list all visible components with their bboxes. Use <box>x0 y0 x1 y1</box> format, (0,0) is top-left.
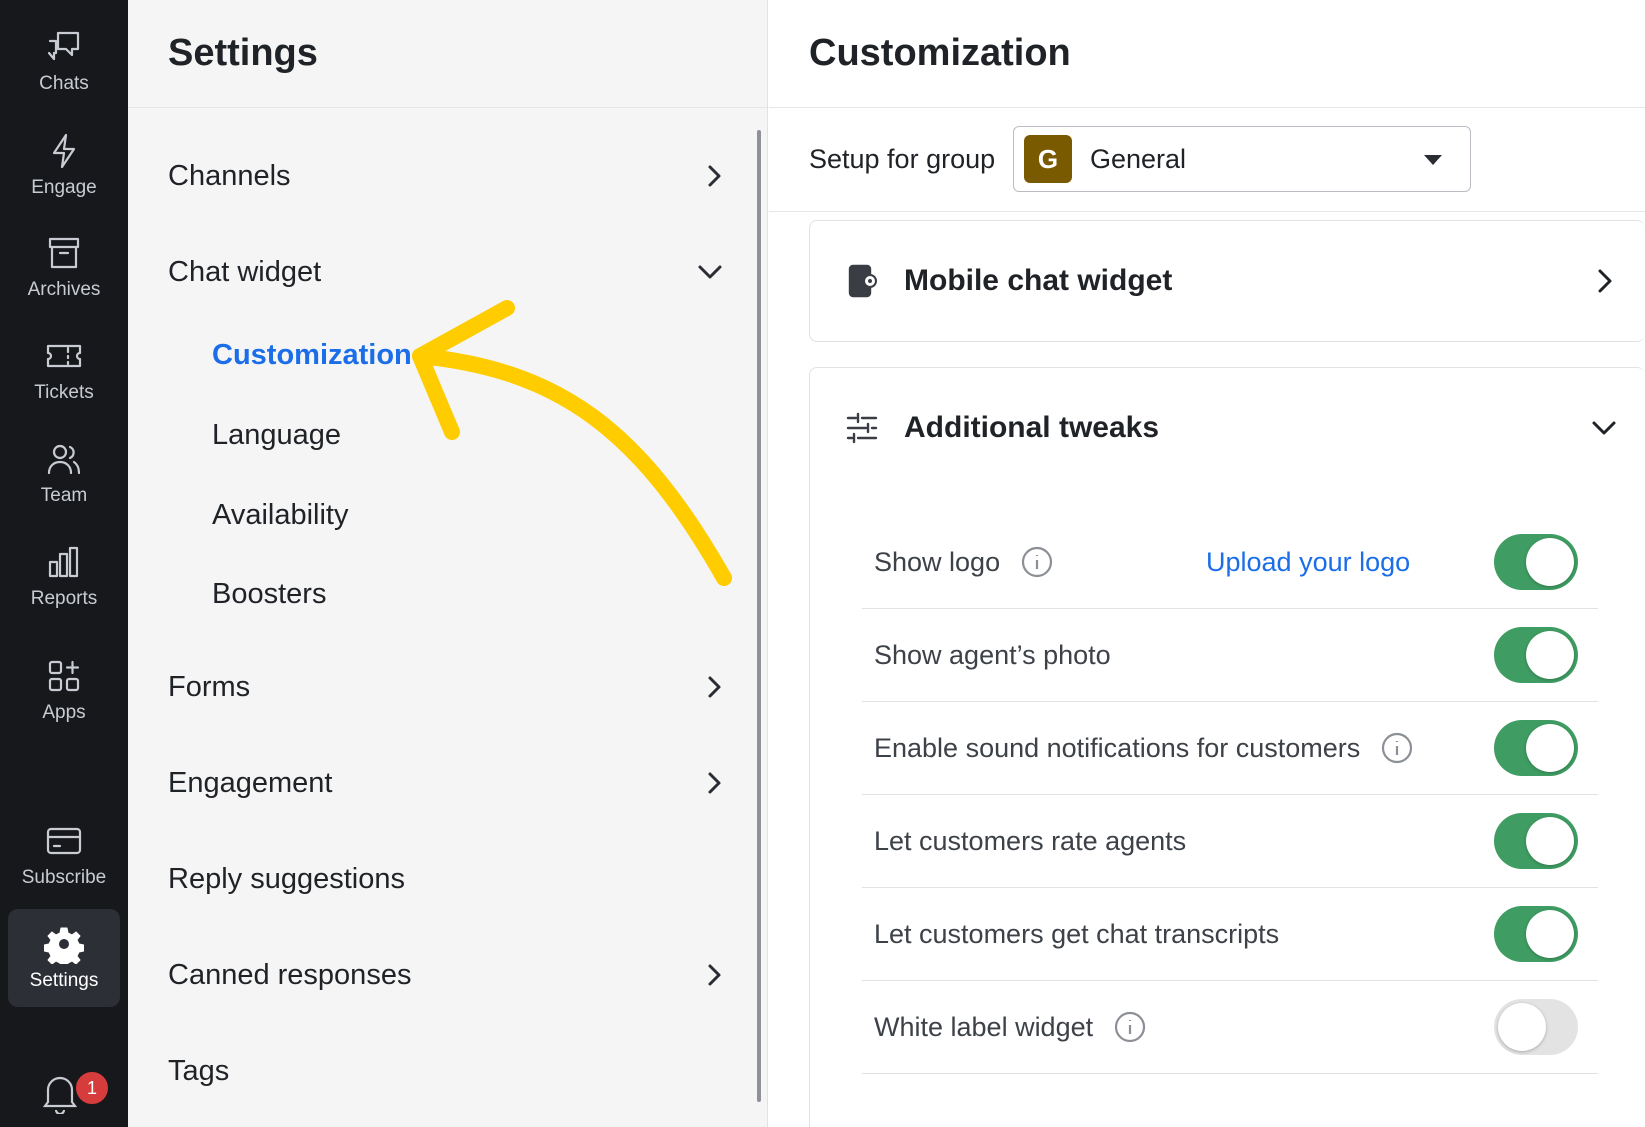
chevron-down-icon <box>696 258 724 286</box>
rail-label: Subscribe <box>21 867 107 888</box>
settings-panel: Settings Channels Chat widget Customizat… <box>128 0 768 1127</box>
card-header: Mobile chat widget <box>810 221 1645 341</box>
additional-tweaks-card: Additional tweaks Show logo Upload your … <box>809 367 1645 1127</box>
nav-item-label: Canned responses <box>168 958 412 991</box>
rail-item-team[interactable]: Team <box>8 424 120 522</box>
nav-item-tags[interactable]: Tags <box>168 1041 728 1101</box>
chevron-right-icon <box>700 162 728 190</box>
group-name: General <box>1090 143 1187 174</box>
rail-label: Tickets <box>34 382 94 403</box>
archive-icon <box>48 237 80 269</box>
nav-item-label: Reply suggestions <box>168 862 405 895</box>
toggle-rate-agents[interactable] <box>1494 813 1578 869</box>
rail-item-reports[interactable]: Reports <box>8 527 120 625</box>
rail-item-archives[interactable]: Archives <box>8 218 120 316</box>
nav-item-label: Chat widget <box>168 255 322 288</box>
card-title: Mobile chat widget <box>904 264 1173 297</box>
toggle-sound-notifications[interactable] <box>1494 720 1578 776</box>
toggle-chat-transcripts[interactable] <box>1494 906 1578 962</box>
settings-header: Settings <box>128 0 767 108</box>
tweak-row-rate-agents: Let customers rate agents <box>862 795 1598 888</box>
rail-item-tickets[interactable]: Tickets <box>8 321 120 419</box>
tweak-row-show-agent-photo: Show agent’s photo <box>862 609 1598 702</box>
divider <box>769 211 1645 212</box>
mobile-settings-icon <box>844 263 880 299</box>
bar-chart-icon <box>48 546 79 578</box>
card-header[interactable]: Additional tweaks <box>810 368 1645 488</box>
toggle-show-agent-photo[interactable] <box>1494 627 1578 683</box>
rail-item-engage[interactable]: Engage <box>8 116 120 214</box>
nav-item-reply-suggestions[interactable]: Reply suggestions <box>168 849 728 909</box>
chevron-right-icon <box>700 673 728 701</box>
sliders-icon <box>844 410 880 446</box>
tweak-label: Enable sound notifications for customers <box>874 732 1361 763</box>
rail-label: Apps <box>42 702 86 723</box>
group-select[interactable]: G General <box>1013 126 1471 192</box>
tweak-row-sound-notifications: Enable sound notifications for customers <box>862 702 1598 795</box>
settings-scrollbar[interactable] <box>757 130 761 1102</box>
chevron-down-icon <box>1589 413 1619 443</box>
app-rail: Chats Engage Archives Tickets Team Repor… <box>0 0 128 1127</box>
nav-item-canned-responses[interactable]: Canned responses <box>168 945 728 1005</box>
tweak-label: Let customers get chat transcripts <box>874 918 1280 949</box>
rail-label: Settings <box>29 970 99 991</box>
group-setup-row: Setup for group G General <box>809 126 1471 192</box>
nav-item-engagement[interactable]: Engagement <box>168 753 728 813</box>
nav-item-forms[interactable]: Forms <box>168 657 728 717</box>
rail-label: Chats <box>39 73 89 94</box>
upload-logo-link[interactable]: Upload your logo <box>1206 547 1410 578</box>
chats-icon <box>47 31 80 61</box>
notifications-button[interactable]: 1 <box>40 1070 110 1127</box>
rail-label: Engage <box>31 177 97 198</box>
group-avatar: G <box>1024 135 1072 183</box>
info-icon[interactable] <box>1020 545 1054 579</box>
tweak-label: Show agent’s photo <box>874 639 1111 670</box>
chevron-right-icon <box>700 961 728 989</box>
caret-down-icon <box>1424 155 1442 165</box>
nav-item-label: Engagement <box>168 766 333 799</box>
card-title: Additional tweaks <box>904 411 1160 444</box>
rail-item-settings[interactable]: Settings <box>8 909 120 1007</box>
tweak-row-show-logo: Show logo Upload your logo <box>862 516 1598 609</box>
info-icon[interactable] <box>1113 1010 1147 1044</box>
toggle-white-label[interactable] <box>1494 999 1578 1055</box>
tweak-row-white-label: White label widget <box>862 981 1598 1074</box>
main-content: Customization Setup for group G General … <box>769 0 1645 1127</box>
sub-item-availability[interactable]: Availability <box>212 487 348 543</box>
sub-item-boosters[interactable]: Boosters <box>212 566 326 622</box>
gear-icon <box>44 927 84 964</box>
apps-grid-icon <box>48 660 80 692</box>
team-icon <box>47 444 81 475</box>
rail-item-apps[interactable]: Apps <box>8 641 120 739</box>
main-header: Customization <box>769 0 1645 108</box>
tweak-row-chat-transcripts: Let customers get chat transcripts <box>862 888 1598 981</box>
rail-label: Archives <box>27 279 101 300</box>
rail-item-chats[interactable]: Chats <box>8 12 120 110</box>
nav-item-label: Tags <box>168 1054 230 1087</box>
rail-item-subscribe[interactable]: Subscribe <box>8 806 120 904</box>
rail-label: Reports <box>30 588 98 609</box>
nav-item-channels[interactable]: Channels <box>168 146 728 206</box>
ticket-icon <box>46 344 82 368</box>
notification-badge: 1 <box>74 1070 110 1106</box>
chevron-right-icon <box>1589 266 1619 296</box>
credit-card-icon <box>46 827 82 855</box>
sub-item-language[interactable]: Language <box>212 407 341 463</box>
nav-item-label: Forms <box>168 670 251 703</box>
mobile-chat-widget-card[interactable]: Mobile chat widget <box>809 220 1645 342</box>
group-label: Setup for group <box>809 143 996 174</box>
tweak-label: White label widget <box>874 1011 1094 1042</box>
page-title: Customization <box>809 32 1071 74</box>
tweak-label: Let customers rate agents <box>874 825 1187 856</box>
sub-item-customization[interactable]: Customization <box>212 327 412 383</box>
tweak-label: Show logo <box>874 546 1001 577</box>
settings-title: Settings <box>168 32 318 74</box>
chevron-right-icon <box>700 769 728 797</box>
toggle-show-logo[interactable] <box>1494 534 1578 590</box>
nav-item-label: Channels <box>168 159 291 192</box>
info-icon[interactable] <box>1380 731 1414 765</box>
rail-label: Team <box>40 485 88 506</box>
nav-item-chat-widget[interactable]: Chat widget <box>168 242 728 302</box>
bolt-icon <box>52 133 76 169</box>
